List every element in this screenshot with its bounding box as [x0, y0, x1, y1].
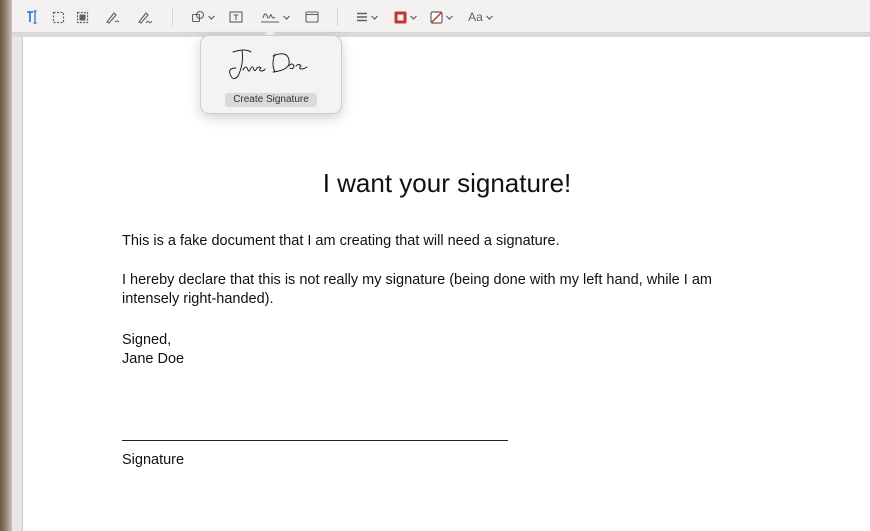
note-tool[interactable]	[304, 8, 320, 26]
draw-icon	[138, 12, 153, 24]
shapes-icon	[191, 10, 204, 23]
chevron-down-icon	[485, 15, 493, 20]
signature-caption: Signature	[122, 452, 185, 468]
border-color-icon	[394, 11, 407, 23]
chevron-down-icon	[410, 15, 417, 20]
fill-color-icon	[430, 10, 443, 24]
text-style-icon: Aa	[468, 10, 483, 24]
fill-color-menu[interactable]	[428, 8, 456, 26]
sketch-tool[interactable]	[104, 8, 122, 26]
redact-tool[interactable]	[74, 8, 90, 26]
text-box-icon	[229, 11, 243, 23]
note-icon	[305, 11, 319, 23]
signer-name: Jane Doe	[122, 351, 185, 367]
document-title: I want your signature!	[322, 168, 572, 198]
text-box-tool[interactable]	[228, 8, 244, 26]
chevron-down-icon	[370, 15, 378, 20]
text-style-menu[interactable]: Aa	[466, 8, 496, 26]
chevron-down-icon	[446, 15, 453, 20]
markup-toolbar: Aa	[12, 0, 870, 33]
paragraph-declaration: I hereby declare that this is not really…	[122, 272, 712, 307]
text-selection-tool[interactable]	[24, 8, 40, 26]
shape-style-icon	[356, 12, 367, 22]
document-page[interactable]: I want your signature! This is a fake do…	[22, 37, 870, 531]
paragraph-intro: This is a fake document that I am creati…	[122, 233, 560, 249]
saved-signature[interactable]	[223, 44, 321, 88]
desktop-edge	[0, 0, 12, 531]
rect-selection-tool[interactable]	[50, 8, 66, 26]
sign-menu[interactable]	[258, 8, 292, 26]
shape-style-menu[interactable]	[354, 8, 380, 26]
signed-label: Signed,	[122, 332, 172, 348]
text-selection-icon	[27, 10, 37, 24]
chevron-down-icon	[207, 15, 215, 20]
border-color-menu[interactable]	[392, 8, 420, 26]
draw-tool[interactable]	[136, 8, 154, 26]
shapes-menu[interactable]	[188, 8, 218, 26]
signature-line	[122, 440, 508, 441]
sign-icon	[260, 13, 279, 23]
create-signature-button[interactable]: Create Signature	[225, 93, 317, 107]
sketch-icon	[106, 12, 120, 24]
rect-selection-icon	[52, 11, 64, 23]
redact-icon	[76, 11, 88, 23]
handwritten-signature-image	[229, 49, 308, 80]
chevron-down-icon	[282, 15, 290, 20]
signature-popover: Create Signature	[200, 35, 342, 114]
